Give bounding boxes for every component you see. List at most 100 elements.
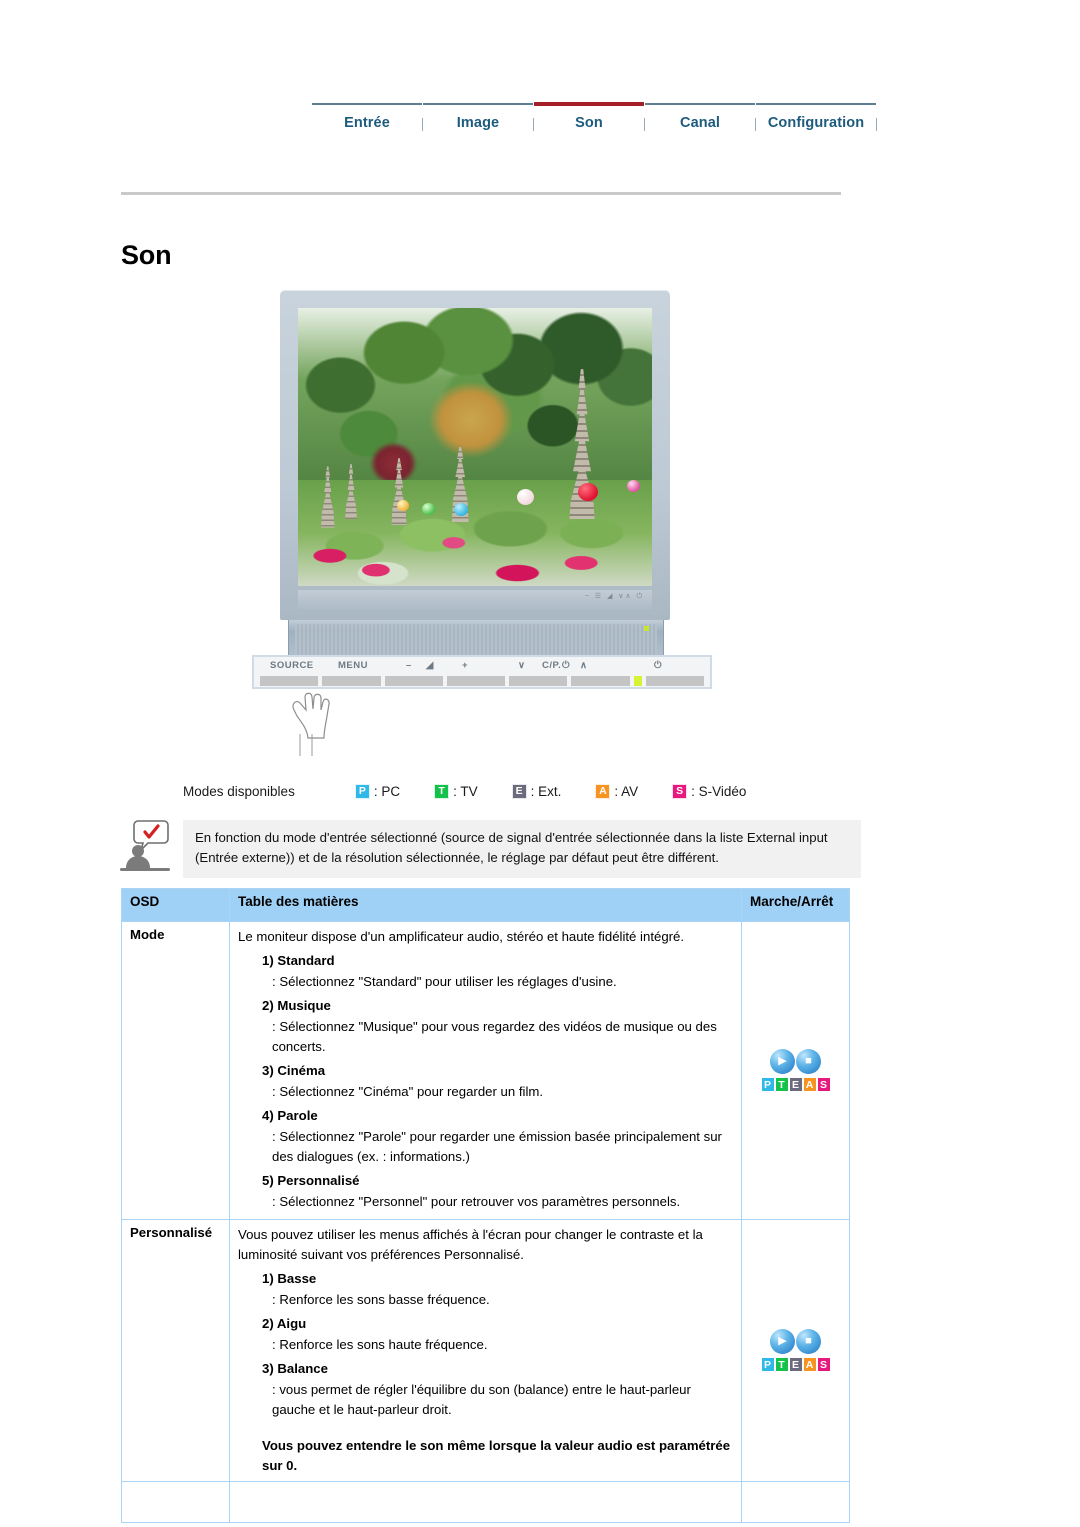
channel-button-label[interactable]: C/P. (542, 660, 561, 671)
tab-label: Configuration (767, 115, 865, 131)
plus-button[interactable] (446, 676, 506, 686)
column-header-toc: Table des matières (229, 888, 742, 922)
tab-son[interactable]: Son (534, 102, 644, 131)
header-divider (121, 192, 841, 195)
person-check-icon (120, 820, 170, 871)
mode-badge-letter: A (595, 784, 611, 799)
empty-cell (229, 1481, 742, 1523)
mode-badge-letter: T (434, 784, 450, 799)
tab-label: Canal (680, 115, 720, 131)
power-icon[interactable]: ⏻ (654, 660, 662, 671)
pteas-letter-a: A (802, 1357, 817, 1372)
pointing-hand-icon (292, 692, 330, 756)
mode-badge-letter: E (511, 784, 527, 799)
control-panel-labels: SOURCE MENU – ◢ + ∨ C/P. ⏻ ∧ ⏻ (254, 660, 710, 674)
tab-image[interactable]: Image (423, 103, 533, 131)
row-content: Le moniteur dispose d'un amplificateur a… (229, 921, 742, 1220)
mode-text: : S-Vidéo (691, 784, 747, 799)
tab-rule (423, 103, 533, 105)
item-body: : Sélectionnez "Personnel" pour retrouve… (272, 1194, 681, 1209)
table-header-row: OSD Table des matières Marche/Arrêt (121, 888, 850, 922)
row-content: Vous pouvez utiliser les menus affichés … (229, 1219, 742, 1482)
channel-down-button[interactable] (509, 676, 568, 686)
pteas-letter-t: T (774, 1357, 789, 1372)
pteas-letter-s: S (816, 1077, 831, 1092)
pteas-letter-t: T (774, 1077, 789, 1092)
top-navigation: Entrée Image Son Canal Configuration (312, 102, 880, 131)
nav-separator (876, 118, 877, 131)
mode-badge-s-icon: S (672, 784, 688, 799)
scene-lantern (453, 502, 468, 516)
item-heading: 4) Parole (262, 1108, 318, 1123)
available-modes-row: Modes disponibles P : PC T : TV E : Ext.… (183, 784, 746, 799)
stop-disc-icon: ■ (796, 1329, 821, 1354)
table-row: Mode Le moniteur dispose d'un amplificat… (121, 921, 850, 1220)
stop-disc-icon: ■ (796, 1049, 821, 1074)
row-osd-label: Mode (121, 921, 230, 1220)
tab-label: Son (575, 115, 603, 131)
item-heading: 5) Personnalisé (262, 1173, 360, 1188)
column-header-osd: OSD (121, 888, 230, 922)
row-lead-text: Vous pouvez utiliser les menus affichés … (238, 1227, 703, 1262)
item-body: : Sélectionnez "Cinéma" pour regarder un… (272, 1084, 544, 1099)
source-button-label[interactable]: SOURCE (270, 660, 314, 671)
item-body: : Sélectionnez "Musique" pour vous regar… (272, 1019, 717, 1054)
item-heading: 3) Cinéma (262, 1063, 326, 1078)
available-modes-label: Modes disponibles (183, 784, 295, 799)
item-body: : Sélectionnez "Parole" pour regarder un… (272, 1129, 722, 1164)
channel-power-icon[interactable]: ⏻ (562, 660, 570, 671)
pteas-badge: ▶ ■ P T E A S (760, 1049, 831, 1092)
mode-av: A : AV (595, 784, 638, 799)
scene-lantern (397, 499, 410, 511)
minus-button-label[interactable]: – (406, 660, 412, 671)
monitor-chin: − ☰ ◢ ∨∧ ⏻ (298, 590, 652, 610)
empty-cell (121, 1481, 230, 1523)
mode-badge-letter: P (354, 784, 370, 799)
table-row-empty (121, 1481, 850, 1523)
monitor-stand-base (288, 620, 664, 659)
pteas-letter-p: P (760, 1357, 775, 1372)
tab-entree[interactable]: Entrée (312, 103, 422, 131)
note-box: En fonction du mode d'entrée sélectionné… (183, 820, 861, 878)
scene-lantern (421, 502, 435, 515)
mode-badge-letter: S (672, 784, 688, 799)
scene-lantern (577, 483, 598, 502)
pteas-letter-s: S (816, 1357, 831, 1372)
monitor-screen (298, 308, 652, 586)
menu-button-label[interactable]: MENU (338, 660, 368, 671)
mode-text: : PC (373, 784, 401, 799)
control-panel-callout: SOURCE MENU – ◢ + ∨ C/P. ⏻ ∧ ⏻ (252, 655, 712, 689)
mode-text: : AV (614, 784, 639, 799)
mode-text: : Ext. (530, 784, 562, 799)
item-heading: 2) Musique (262, 998, 331, 1013)
menu-button[interactable] (322, 676, 381, 686)
pteas-letters: P T E A S (760, 1077, 831, 1092)
mode-ext: E : Ext. (511, 784, 562, 799)
item-heading: 1) Basse (262, 1271, 317, 1286)
plus-button-label[interactable]: + (462, 660, 468, 671)
mode-badge-e-icon: E (511, 784, 527, 799)
source-button[interactable] (260, 676, 319, 686)
row-onoff-cell: ▶ ■ P T E A S (741, 1219, 850, 1482)
mode-text: : TV (453, 784, 478, 799)
pteas-letters: P T E A S (760, 1357, 831, 1372)
tab-configuration[interactable]: Configuration (756, 103, 876, 131)
power-button[interactable] (645, 676, 704, 686)
scene-azaleas (298, 513, 652, 586)
volume-icon[interactable]: ◢ (426, 660, 434, 671)
scene-red-shrub (368, 441, 419, 486)
pteas-discs: ▶ ■ (761, 1329, 831, 1354)
channel-up-icon[interactable]: ∧ (580, 660, 587, 671)
tab-rule (645, 103, 755, 105)
osd-settings-table: OSD Table des matières Marche/Arrêt Mode… (121, 888, 850, 1523)
pteas-letter-e: E (788, 1357, 803, 1372)
monitor-speaker-grille (295, 624, 657, 655)
channel-down-icon[interactable]: ∨ (518, 660, 525, 671)
tab-canal[interactable]: Canal (645, 103, 755, 131)
minus-button[interactable] (384, 676, 443, 686)
play-disc-icon: ▶ (770, 1049, 795, 1074)
channel-up-button[interactable] (571, 676, 630, 686)
empty-cell (741, 1481, 850, 1523)
tab-label: Entrée (344, 115, 390, 131)
page-title: Son (121, 240, 172, 270)
